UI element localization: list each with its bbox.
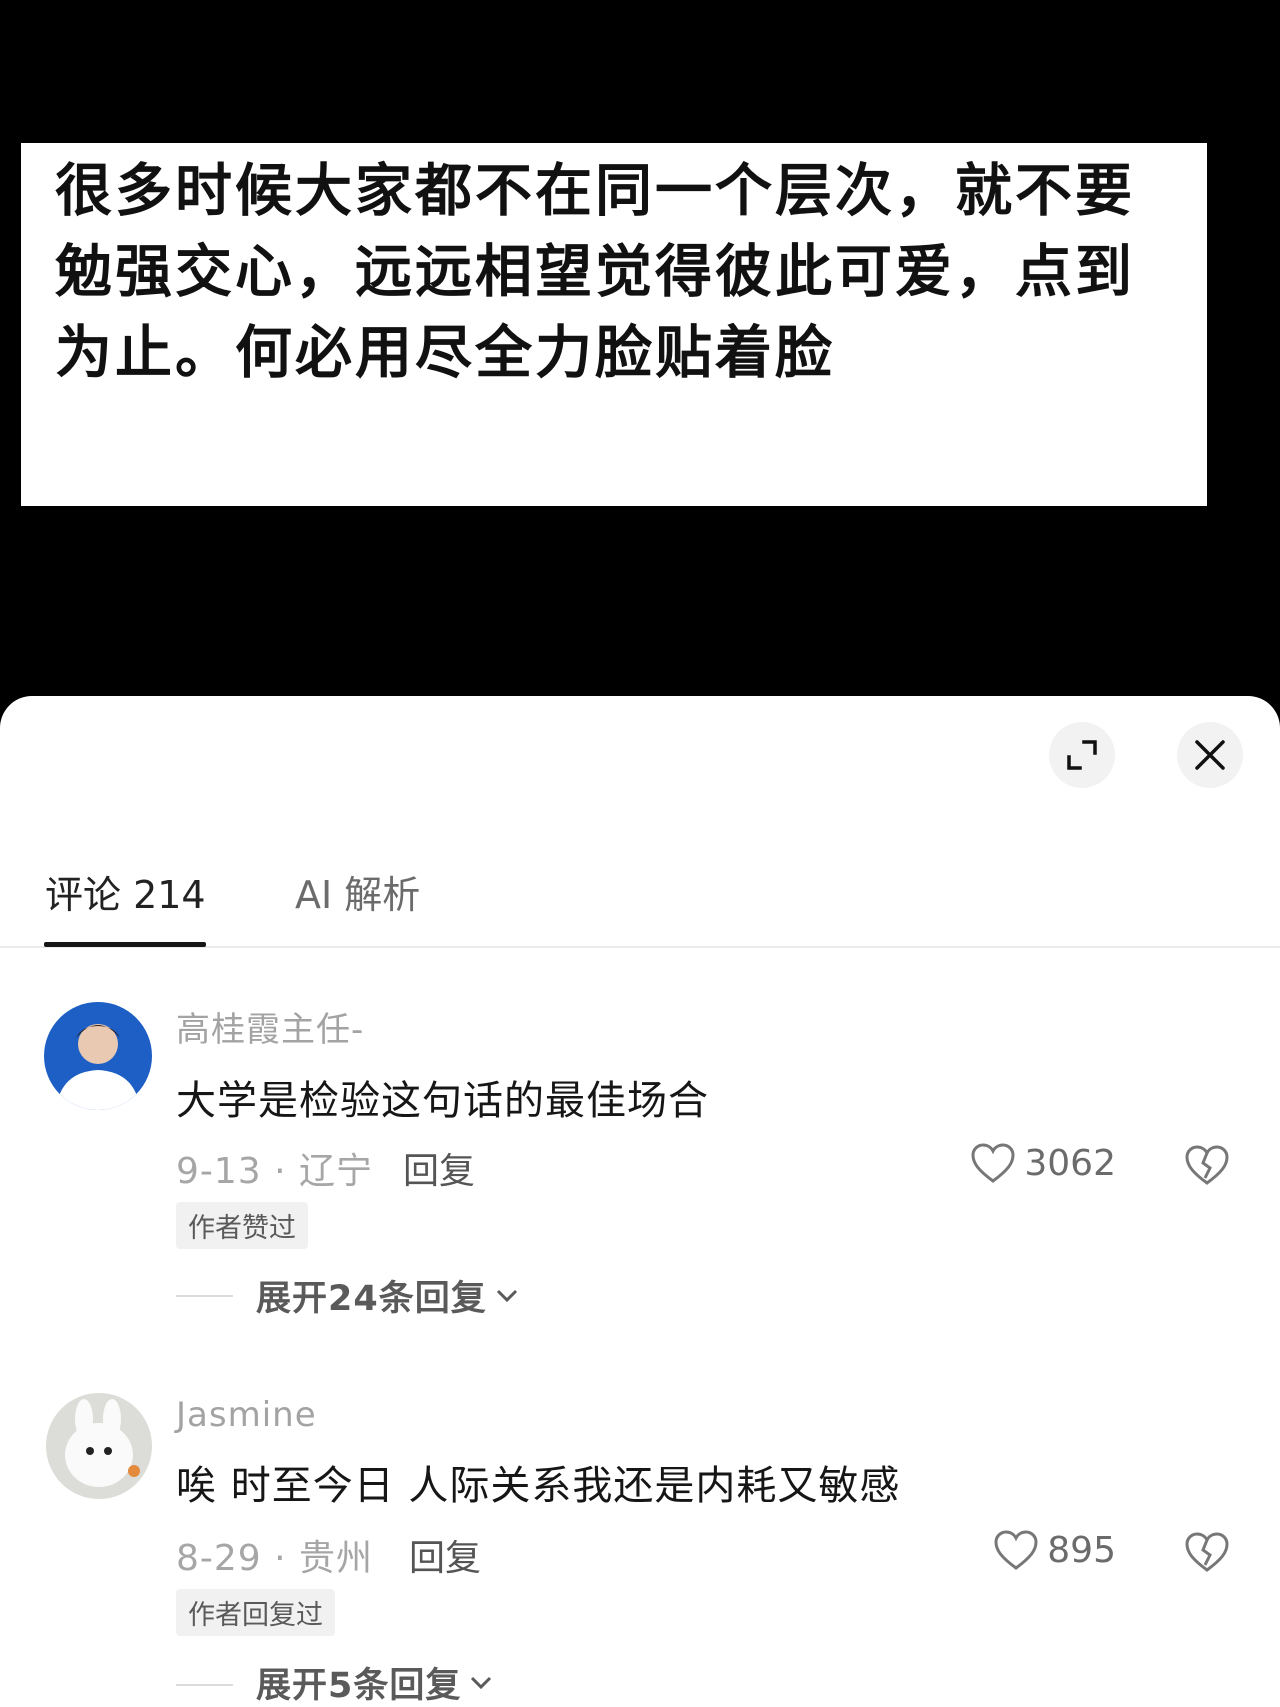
expand-replies-label: 展开24条回复: [256, 1279, 487, 1319]
broken-heart-icon: [1185, 1145, 1229, 1185]
avatar[interactable]: [46, 1393, 152, 1499]
comment-sheet: 评论 214 AI 解析 高桂霞主任- 大学是检验这句话的最佳场合 9-13 ·…: [0, 696, 1280, 1707]
comment-username[interactable]: Jasmine: [176, 1395, 317, 1435]
comment-item: Jasmine 唉 时至今日 人际关系我还是内耗又敏感 8-29 · 贵州 回复…: [0, 1393, 1280, 1707]
close-button[interactable]: [1177, 722, 1243, 788]
expand-icon: [1067, 740, 1097, 770]
close-icon: [1195, 740, 1225, 770]
avatar[interactable]: [44, 1002, 152, 1110]
heart-icon: [994, 1530, 1038, 1570]
expand-replies-button[interactable]: 展开24条回复: [256, 1270, 519, 1321]
tab-comments[interactable]: 评论 214: [45, 864, 206, 919]
broken-heart-icon: [1185, 1532, 1229, 1572]
like-button[interactable]: 3062: [970, 1142, 1116, 1184]
comment-username[interactable]: 高桂霞主任-: [176, 1002, 364, 1051]
comment-meta: 9-13 · 辽宁: [176, 1151, 374, 1192]
divider: [176, 1295, 233, 1297]
comment-text: 大学是检验这句话的最佳场合: [176, 1078, 709, 1124]
like-count: 895: [1047, 1529, 1116, 1571]
expand-replies-button[interactable]: 展开5条回复: [256, 1657, 493, 1707]
reply-button[interactable]: 回复: [403, 1142, 475, 1194]
chevron-down-icon: [496, 1289, 517, 1302]
chevron-down-icon: [471, 1676, 492, 1689]
quote-text: 很多时候大家都不在同一个层次，就不要勉强交心，远远相望觉得彼此可爱，点到为止。何…: [55, 158, 1135, 386]
comment-text: 唉 时至今日 人际关系我还是内耗又敏感: [176, 1463, 901, 1509]
dislike-button[interactable]: [1184, 1531, 1230, 1577]
like-button[interactable]: 895: [993, 1529, 1116, 1571]
quote-card: 很多时候大家都不在同一个层次，就不要勉强交心，远远相望觉得彼此可爱，点到为止。何…: [21, 143, 1207, 506]
comment-meta: 8-29 · 贵州: [176, 1538, 374, 1579]
divider: [176, 1684, 233, 1686]
expand-button[interactable]: [1049, 722, 1115, 788]
tab-ai-analysis[interactable]: AI 解析: [295, 864, 420, 919]
heart-icon: [971, 1143, 1015, 1183]
tab-bar: 评论 214 AI 解析: [0, 864, 1280, 948]
reply-button[interactable]: 回复: [409, 1529, 481, 1581]
active-tab-indicator: [44, 942, 206, 947]
dislike-button[interactable]: [1184, 1144, 1230, 1190]
author-replied-badge: 作者回复过: [176, 1589, 335, 1636]
like-count: 3062: [1024, 1142, 1116, 1184]
video-area[interactable]: 很多时候大家都不在同一个层次，就不要勉强交心，远远相望觉得彼此可爱，点到为止。何…: [0, 0, 1280, 700]
author-liked-badge: 作者赞过: [176, 1202, 308, 1249]
expand-replies-label: 展开5条回复: [256, 1666, 462, 1706]
comment-item: 高桂霞主任- 大学是检验这句话的最佳场合 9-13 · 辽宁 回复 3062 作…: [0, 1002, 1280, 1332]
